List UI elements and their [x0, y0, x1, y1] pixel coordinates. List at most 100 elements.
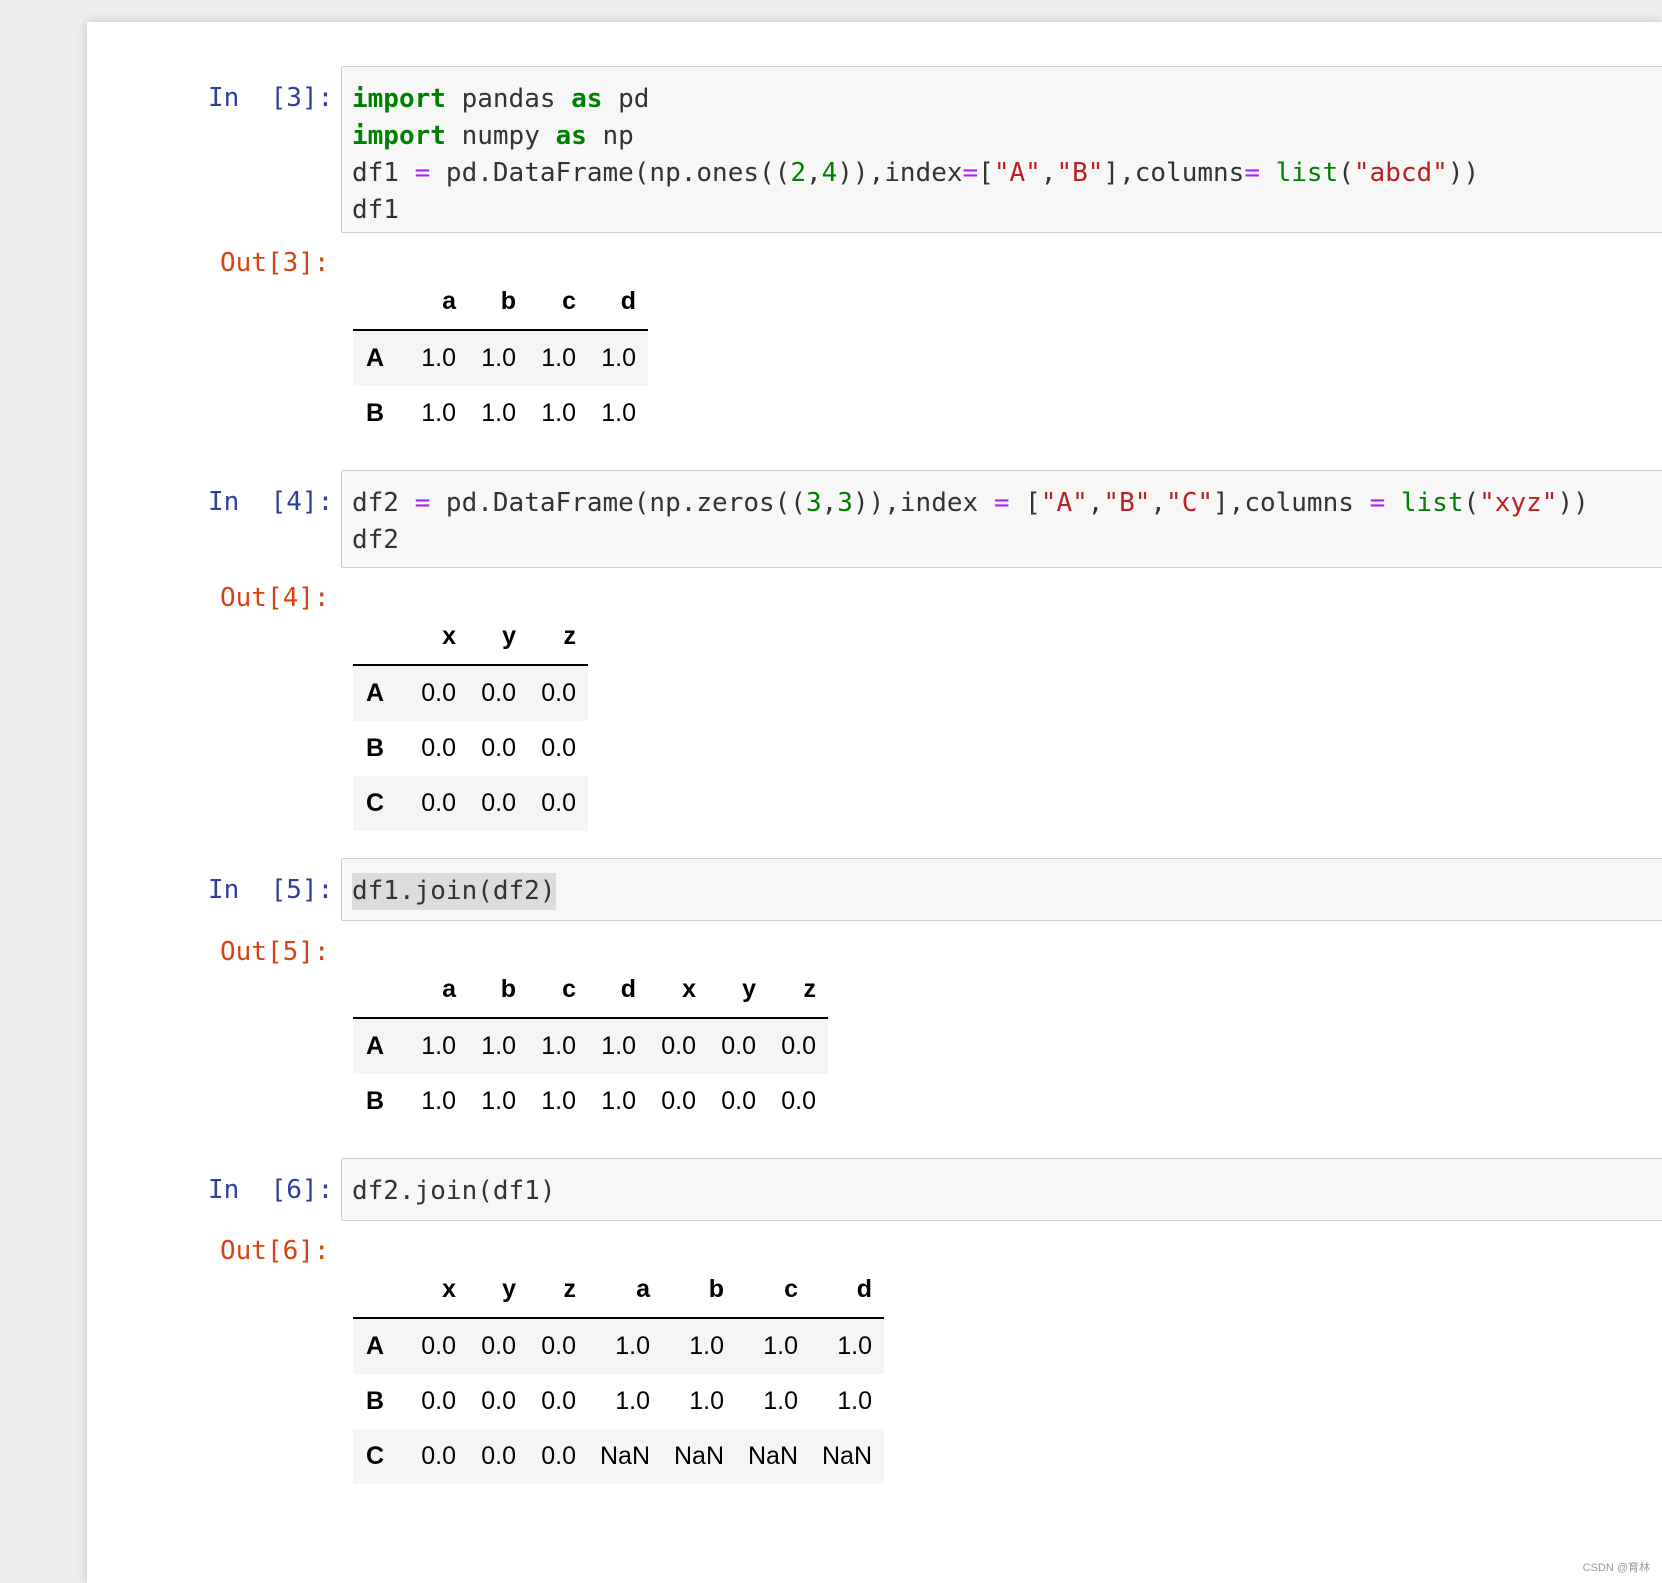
- table-row: A 0.0 0.0 0.0: [353, 665, 588, 721]
- table-cell: 1.0: [421, 399, 456, 427]
- input-prompt: In [4]:: [208, 487, 334, 517]
- column-header: a: [588, 1262, 662, 1319]
- column-header: b: [662, 1262, 736, 1319]
- output-prompt: Out[4]:: [220, 583, 330, 613]
- table-cell: NaN: [599, 1442, 650, 1470]
- code-line: df1: [352, 195, 399, 225]
- output-prompt: Out[6]:: [220, 1236, 330, 1266]
- table-cell: 0.0: [481, 679, 516, 707]
- table-row: B 1.0 1.0 1.0 1.0: [353, 386, 648, 441]
- code-line: import pandas as pd: [352, 84, 650, 114]
- code-cell[interactable]: df2 = pd.DataFrame(np.zeros((3,3)),index…: [341, 470, 1662, 568]
- table-cell: 0.0: [721, 1087, 756, 1115]
- column-header: d: [588, 274, 648, 331]
- table-cell: 0.0: [481, 734, 516, 762]
- table-cell: 1.0: [763, 1332, 798, 1360]
- row-index: B: [366, 734, 385, 762]
- input-prompt: In [3]:: [208, 83, 334, 113]
- table-cell: 1.0: [601, 1032, 636, 1060]
- column-header: c: [528, 962, 588, 1019]
- index-header: [353, 1262, 408, 1319]
- column-header: a: [408, 274, 468, 331]
- table-cell: 0.0: [421, 1387, 456, 1415]
- column-header: b: [468, 274, 528, 331]
- code-editor[interactable]: df2.join(df1): [342, 1159, 1662, 1210]
- table-cell: 1.0: [421, 1032, 456, 1060]
- code-line: df1.join(df2): [352, 873, 556, 910]
- table-cell: 1.0: [541, 344, 576, 372]
- column-header: x: [648, 962, 708, 1019]
- table-row: A 1.0 1.0 1.0 1.0: [353, 330, 648, 386]
- table-cell: 0.0: [421, 734, 456, 762]
- table-cell: 0.0: [781, 1087, 816, 1115]
- table-cell: 1.0: [615, 1332, 650, 1360]
- code-cell[interactable]: import pandas as pd import numpy as np df1…: [341, 66, 1662, 233]
- table-row: A 1.0 1.0 1.0 1.0 0.0 0.0 0.0: [353, 1018, 828, 1074]
- index-header: [353, 609, 408, 666]
- table-cell: 1.0: [837, 1387, 872, 1415]
- column-header: z: [768, 962, 828, 1019]
- code-line: df1 = pd.DataFrame(np.ones((2,4)),index=…: [352, 158, 1480, 188]
- index-header: [353, 274, 408, 331]
- table-cell: 0.0: [541, 1332, 576, 1360]
- notebook-container: In [3]: import pandas as pd import numpy …: [87, 22, 1662, 1583]
- table-cell: 1.0: [601, 1087, 636, 1115]
- table-cell: 0.0: [481, 1442, 516, 1470]
- table-cell: 1.0: [421, 344, 456, 372]
- column-header: z: [528, 1262, 588, 1319]
- table-cell: 0.0: [541, 679, 576, 707]
- table-cell: 0.0: [481, 1387, 516, 1415]
- code-editor[interactable]: import pandas as pd import numpy as np df1…: [342, 67, 1662, 229]
- code-line: df2 = pd.DataFrame(np.zeros((3,3)),index…: [352, 488, 1589, 518]
- table-cell: 1.0: [541, 1087, 576, 1115]
- column-header: a: [408, 962, 468, 1019]
- dataframe-output: x y z a b c d A 0.0 0.0 0.0 1.0 1.0 1.0 …: [353, 1262, 884, 1484]
- table-row: A 0.0 0.0 0.0 1.0 1.0 1.0 1.0: [353, 1318, 884, 1374]
- row-index: B: [366, 1087, 385, 1115]
- table-cell: 0.0: [481, 789, 516, 817]
- row-index: B: [366, 1387, 385, 1415]
- row-index: C: [366, 789, 385, 817]
- input-prompt: In [6]:: [208, 1175, 334, 1205]
- table-cell: 1.0: [421, 1087, 456, 1115]
- table-row: C 0.0 0.0 0.0: [353, 776, 588, 831]
- table-cell: 0.0: [481, 1332, 516, 1360]
- column-header: b: [468, 962, 528, 1019]
- row-index: A: [366, 344, 385, 372]
- table-cell: 1.0: [541, 399, 576, 427]
- table-row: B 0.0 0.0 0.0 1.0 1.0 1.0 1.0: [353, 1374, 884, 1429]
- column-header: d: [588, 962, 648, 1019]
- code-line: import numpy as np: [352, 121, 634, 151]
- column-header: y: [708, 962, 768, 1019]
- table-cell: 0.0: [781, 1032, 816, 1060]
- column-header: y: [468, 609, 528, 666]
- table-cell: 0.0: [541, 1442, 576, 1470]
- row-index: A: [366, 679, 385, 707]
- code-editor[interactable]: df2 = pd.DataFrame(np.zeros((3,3)),index…: [342, 471, 1662, 559]
- table-cell: 1.0: [481, 399, 516, 427]
- table-cell: 1.0: [837, 1332, 872, 1360]
- dataframe-output: x y z A 0.0 0.0 0.0 B 0.0 0.0 0.0 C 0.0 …: [353, 609, 588, 831]
- code-cell[interactable]: df2.join(df1): [341, 1158, 1662, 1221]
- table-cell: 1.0: [689, 1332, 724, 1360]
- output-prompt: Out[3]:: [220, 248, 330, 278]
- table-cell: 1.0: [615, 1387, 650, 1415]
- dataframe-output: a b c d x y z A 1.0 1.0 1.0 1.0 0.0 0.0 …: [353, 962, 828, 1129]
- code-line: df2: [352, 525, 399, 555]
- table-cell: 0.0: [661, 1032, 696, 1060]
- table-cell: 0.0: [721, 1032, 756, 1060]
- table-row: C 0.0 0.0 0.0 NaN NaN NaN NaN: [353, 1429, 884, 1484]
- column-header: c: [528, 274, 588, 331]
- table-cell: 1.0: [763, 1387, 798, 1415]
- code-cell[interactable]: df1.join(df2): [341, 858, 1662, 921]
- table-cell: 1.0: [601, 344, 636, 372]
- table-cell: 0.0: [661, 1087, 696, 1115]
- table-cell: 0.0: [421, 1442, 456, 1470]
- code-editor[interactable]: df1.join(df2): [342, 859, 1662, 910]
- table-cell: NaN: [821, 1442, 872, 1470]
- code-line: df2.join(df1): [352, 1176, 556, 1206]
- table-cell: 0.0: [421, 679, 456, 707]
- watermark: CSDN @育林: [1582, 1562, 1650, 1574]
- index-header: [353, 962, 408, 1019]
- input-prompt: In [5]:: [208, 875, 334, 905]
